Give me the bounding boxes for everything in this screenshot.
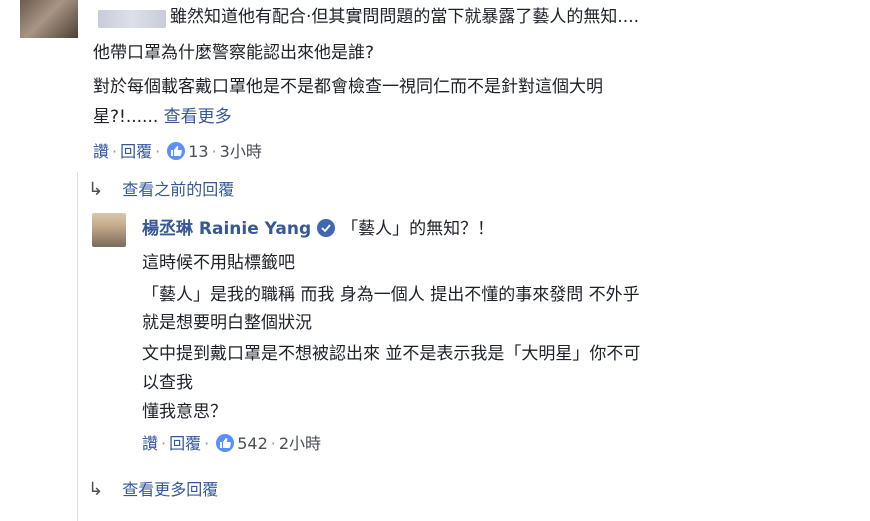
reply-line: 懂我意思？ xyxy=(142,402,227,422)
verified-icon xyxy=(317,219,336,237)
view-previous-replies-link[interactable]: 查看之前的回覆 xyxy=(122,180,234,199)
comment-line-3: 對於每個載客戴口罩他是不是都會檢查一視同仁而不是針對這個大明 xyxy=(93,77,603,97)
comment-actions: 讚 · 回覆 · 13 · 3小時 xyxy=(93,142,262,161)
reply-like-button[interactable]: 讚 xyxy=(142,434,158,453)
reply-like-count[interactable]: 542 xyxy=(237,434,268,453)
comment-line-4-text: 星?!...... xyxy=(93,107,159,127)
reply-timestamp[interactable]: 2小時 xyxy=(279,434,321,453)
thread-line xyxy=(77,172,78,521)
reply-arrow-icon: ↳ xyxy=(88,479,104,500)
comment-reply-button[interactable]: 回覆 xyxy=(120,142,152,161)
reply-actions: 讚 · 回覆 · 542 · 2小時 xyxy=(142,434,322,453)
view-more-replies-link[interactable]: 查看更多回覆 xyxy=(122,480,218,499)
comment-line-2: 他帶口罩為什麼警察能認出來他是誰? xyxy=(93,43,375,63)
comment-line-1: 雖然知道他有配合‧但其實問問題的當下就暴露了藝人的無知.... xyxy=(170,7,640,27)
commenter-name-redacted[interactable] xyxy=(98,10,166,28)
reply-header: 楊丞琳 Rainie Yang 「藝人」的無知？！ xyxy=(142,216,494,242)
comment-line-4: 星?!...... 查看更多 xyxy=(93,104,232,130)
reply-line: 這時候不用貼標籤吧 xyxy=(142,253,295,273)
reply-author-avatar[interactable] xyxy=(92,213,126,247)
reply-author-name[interactable]: 楊丞琳 Rainie Yang xyxy=(142,219,311,239)
reply-line: 就是想要明白整個狀況 xyxy=(142,313,312,333)
view-more-replies[interactable]: ↳ 查看更多回覆 xyxy=(88,476,218,500)
reply-line: 「藝人」是我的職稱 而我 身為一個人 提出不懂的事來發問 不外乎 xyxy=(142,285,640,305)
commenter-avatar[interactable] xyxy=(20,0,78,38)
reply-line: 文中提到戴口罩是不想被認出來 並不是表示我是「大明星」你不可 xyxy=(142,344,641,364)
reply-line: 以查我 xyxy=(142,373,193,393)
see-more-link[interactable]: 查看更多 xyxy=(164,107,232,127)
like-icon[interactable] xyxy=(167,142,186,160)
comment-timestamp[interactable]: 3小時 xyxy=(220,142,262,161)
comment-like-count[interactable]: 13 xyxy=(188,142,208,161)
like-icon[interactable] xyxy=(216,434,235,452)
view-previous-replies[interactable]: ↳ 查看之前的回覆 xyxy=(88,176,234,200)
reply-arrow-icon: ↳ xyxy=(88,179,104,200)
reply-first-line: 「藝人」的無知？！ xyxy=(341,219,495,239)
comment-like-button[interactable]: 讚 xyxy=(93,142,109,161)
reply-reply-button[interactable]: 回覆 xyxy=(169,434,201,453)
